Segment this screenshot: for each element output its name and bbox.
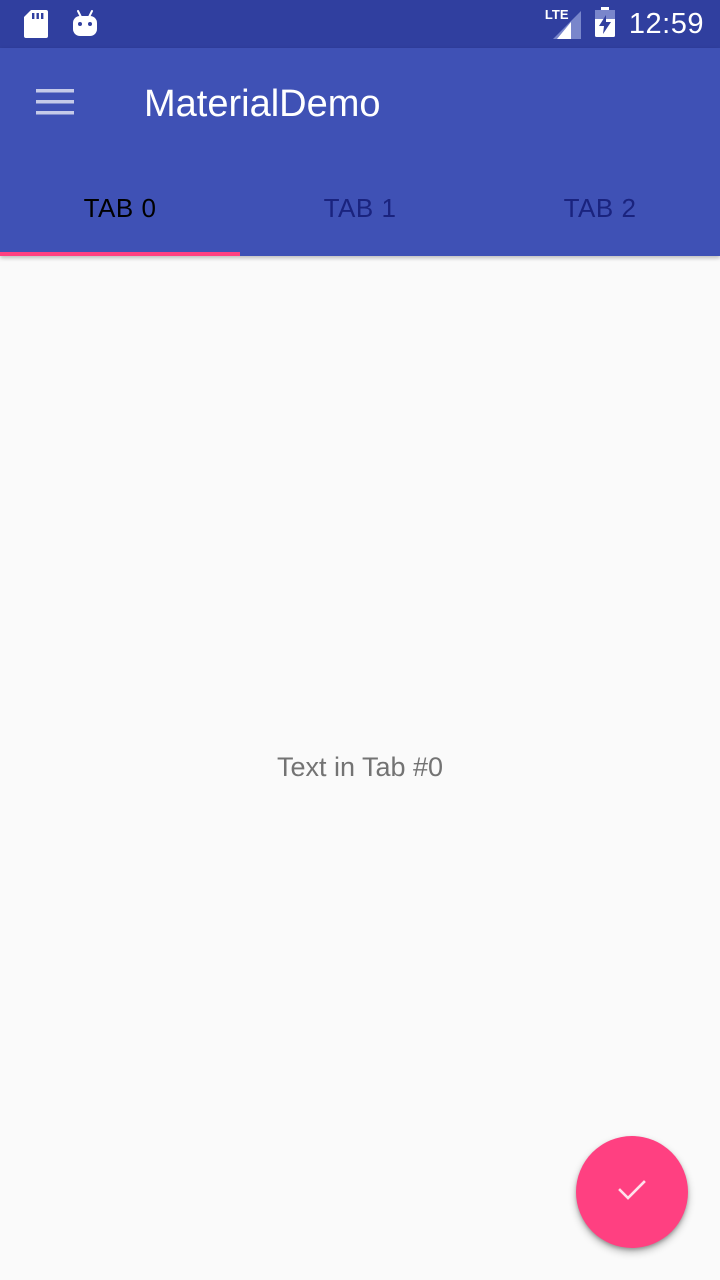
fab-check-button[interactable] <box>576 1136 688 1248</box>
check-icon <box>617 1178 647 1207</box>
tab-label: TAB 1 <box>323 192 397 223</box>
status-left-icons <box>24 10 98 43</box>
status-right-icons: LTE 12:59 <box>545 0 704 48</box>
menu-button[interactable] <box>16 64 96 144</box>
app-bar: MaterialDemo TAB 0 TAB 1 TAB 2 <box>0 48 720 256</box>
tab-label: TAB 0 <box>83 192 157 223</box>
tab-content: Text in Tab #0 <box>0 256 720 1280</box>
status-bar: LTE 12:59 <box>0 0 720 48</box>
tab-label: TAB 2 <box>563 192 637 223</box>
sd-card-icon <box>24 10 48 43</box>
app-screen: LTE 12:59 MaterialDemo TAB 0 TAB 1 TAB 2… <box>0 0 720 1280</box>
tab-content-text: Text in Tab #0 <box>276 752 444 782</box>
hamburger-menu-icon <box>36 87 76 122</box>
android-icon <box>72 10 98 43</box>
tab-2[interactable]: TAB 2 <box>480 160 720 256</box>
signal-icon: LTE <box>545 7 581 39</box>
app-title: MaterialDemo <box>144 83 381 125</box>
tab-1[interactable]: TAB 1 <box>240 160 480 256</box>
tab-0[interactable]: TAB 0 <box>0 160 240 256</box>
battery-charging-icon <box>594 6 615 42</box>
tab-bar: TAB 0 TAB 1 TAB 2 <box>0 160 720 256</box>
status-time: 12:59 <box>628 7 704 40</box>
toolbar: MaterialDemo <box>0 48 720 160</box>
